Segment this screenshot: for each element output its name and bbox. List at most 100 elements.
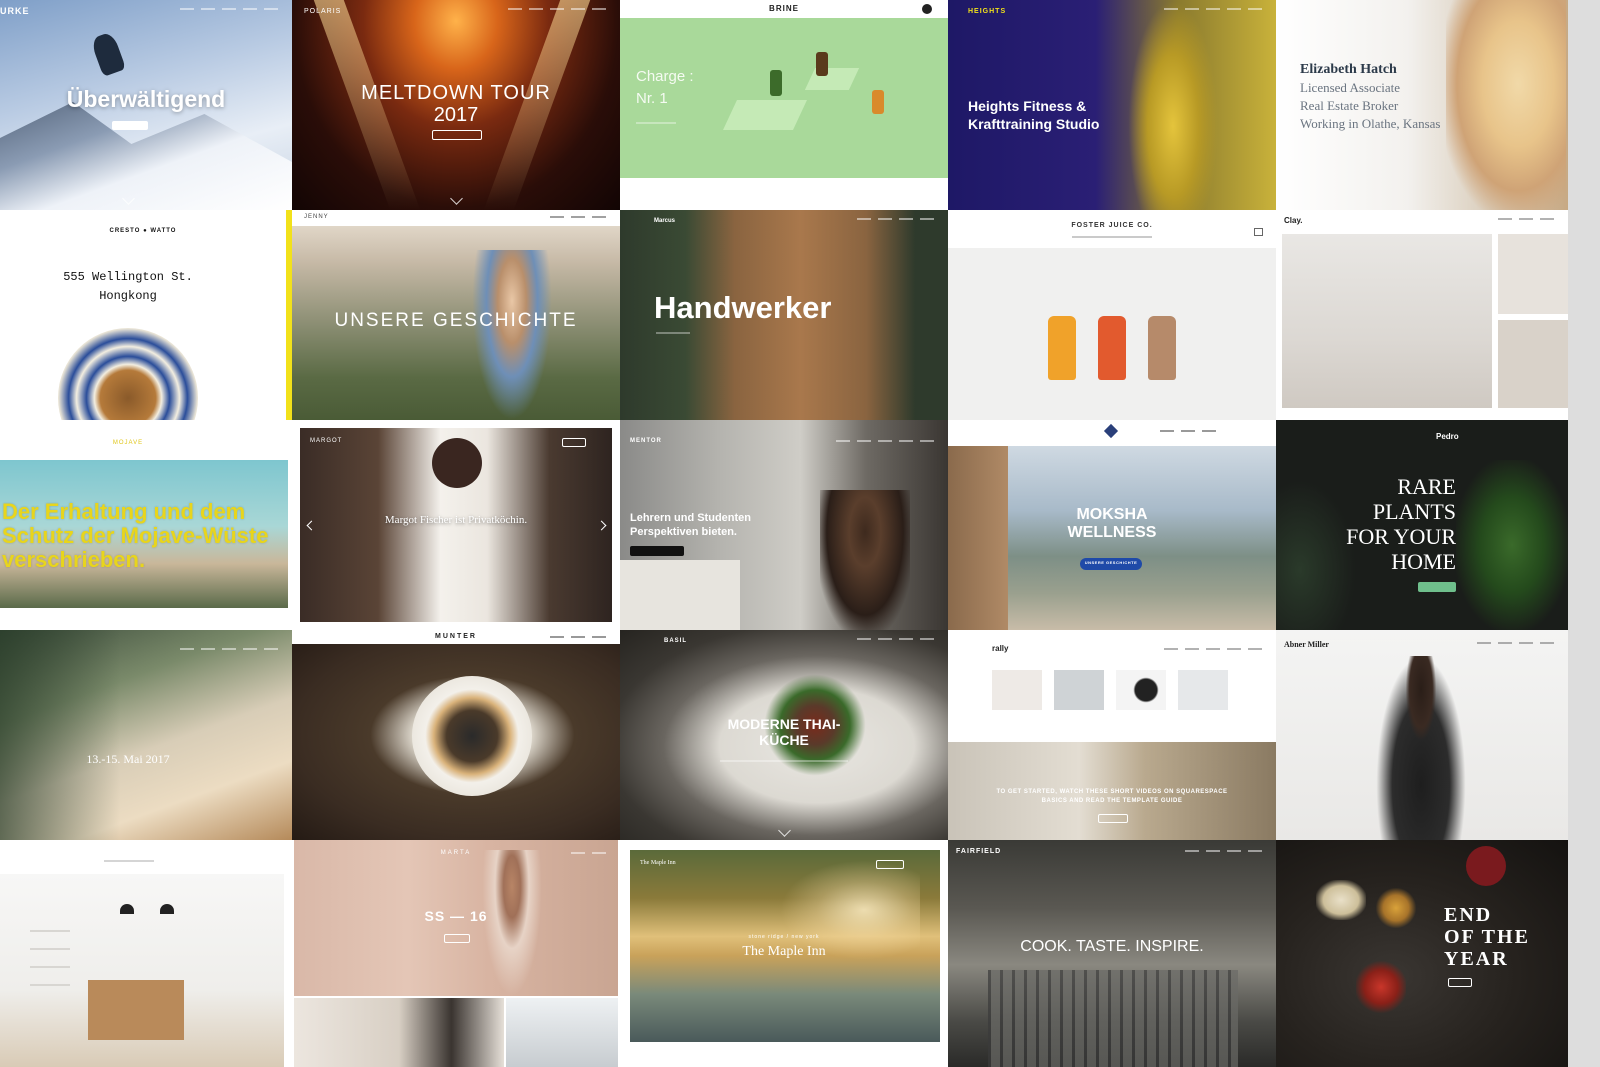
template-tile-interior[interactable] <box>0 840 292 1067</box>
tile-nav <box>571 852 606 854</box>
product-image-side-1 <box>1498 234 1568 314</box>
tile-nav <box>180 648 278 650</box>
blog-thumb[interactable] <box>1116 670 1166 710</box>
tile-headline-2: Perspektiven bieten. <box>630 526 737 538</box>
template-tile-maple[interactable]: The Maple Inn stone ridge / new york The… <box>620 840 948 1067</box>
template-tile-hatch[interactable]: Elizabeth Hatch Licensed Associate Real … <box>1276 0 1568 210</box>
tile-logo: URKE <box>0 6 30 16</box>
blog-thumb[interactable] <box>992 670 1042 710</box>
cart-icon[interactable] <box>1254 228 1263 236</box>
tile-logo: Clay. <box>1284 216 1303 225</box>
tile-headline: SS — 16 <box>424 908 488 924</box>
template-tile-basil[interactable]: BASIL MODERNE THAI- KÜCHE <box>620 630 948 840</box>
tile-headline: YEAR <box>1444 948 1509 970</box>
template-tile-foster[interactable]: FOSTER JUICE CO. <box>948 210 1276 420</box>
template-tile-mentor[interactable]: MENTOR Lehrern und Studenten Perspektive… <box>620 420 948 630</box>
tile-cta-button[interactable] <box>1448 978 1472 987</box>
template-tile-fairfield[interactable]: FAIRFIELD COOK. TASTE. INSPIRE. <box>948 840 1276 1067</box>
product-image-main <box>1282 234 1492 408</box>
tile-logo: rally <box>992 644 1009 653</box>
tile-cta-button[interactable] <box>444 934 470 943</box>
tile-cta-button[interactable] <box>432 130 482 140</box>
tile-headline: MOKSHA <box>1076 506 1148 523</box>
template-tile-moksha[interactable]: MOKSHA WELLNESS UNSERE GESCHICHTE <box>948 420 1276 630</box>
tile-caption: TO GET STARTED, WATCH THESE SHORT VIDEOS… <box>996 789 1228 804</box>
tile-logo: FAIRFIELD <box>956 848 1002 855</box>
blog-thumb[interactable] <box>1178 670 1228 710</box>
tile-line: Working in Olathe, Kansas <box>1300 116 1441 131</box>
tile-headline: HOME <box>1391 549 1456 574</box>
tile-name: Elizabeth Hatch <box>1300 62 1397 77</box>
tile-headline: Lehrern und Studenten <box>630 512 751 524</box>
tile-cta-label: UNSERE GESCHICHTE <box>1084 560 1138 565</box>
template-tile-miller[interactable]: Abner Miller <box>1276 630 1568 840</box>
tile-headline-2: KÜCHE <box>759 732 809 748</box>
tile-logo: BASIL <box>664 638 687 644</box>
tile-line: Licensed Associate <box>1300 80 1400 95</box>
tile-headline: Überwältigend <box>66 86 226 112</box>
cart-icon[interactable] <box>922 4 932 14</box>
food-bowl-image <box>58 328 198 420</box>
template-tile-rally[interactable]: rally TO GET STARTED, WATCH THESE SHORT … <box>948 630 1276 840</box>
tile-logo: HEIGHTS <box>968 8 1007 15</box>
tile-headline: END <box>1444 904 1493 926</box>
template-tile-polaris[interactable]: POLARIS MELTDOWN TOUR 2017 <box>292 0 620 210</box>
template-gallery-grid: URKE Überwältigend POLARIS MELTDOWN TOUR… <box>0 0 1600 1067</box>
tile-cta-button[interactable] <box>562 438 586 447</box>
tile-nav <box>508 8 606 10</box>
tile-line: Real Estate Broker <box>1300 98 1399 113</box>
tile-cta-button[interactable] <box>1418 582 1456 592</box>
tile-subtitle: stone ridge / new york <box>748 934 820 940</box>
tile-nav <box>857 638 934 640</box>
tile-nav <box>1477 642 1554 644</box>
tile-headline-2: WELLNESS <box>1067 524 1157 541</box>
tile-cta-button[interactable] <box>1098 814 1128 823</box>
juice-bottle-brown <box>1148 316 1176 380</box>
template-tile-munter[interactable]: MUNTER <box>292 630 620 840</box>
tile-logo: MOJAVE <box>112 440 144 446</box>
template-tile-burke[interactable]: URKE Überwältigend <box>0 0 292 210</box>
tile-headline: Heights Fitness & <box>968 98 1087 114</box>
tile-headline: COOK. TASTE. INSPIRE. <box>1020 938 1204 955</box>
template-tile-festival[interactable]: 13.-15. Mai 2017 <box>0 630 292 840</box>
template-tile-jenny[interactable]: JENNY UNSERE GESCHICHTE <box>292 210 620 420</box>
template-tile-pedro[interactable]: Pedro RARE PLANTS FOR YOUR HOME <box>1276 420 1568 630</box>
tile-logo: MARGOT <box>310 438 343 444</box>
tile-nav <box>1498 218 1554 220</box>
template-tile-mojave[interactable]: MOJAVE Der Erhaltung und dem Schutz der … <box>0 420 292 630</box>
tile-cta-button[interactable] <box>630 546 684 556</box>
tile-logo: Abner Miller <box>1284 640 1329 649</box>
tile-headline: UNSERE GESCHICHTE <box>334 310 578 331</box>
template-tile-eoty[interactable]: END OF THE YEAR <box>1276 840 1568 1067</box>
tile-headline: 555 Wellington St. <box>63 270 193 284</box>
tile-headline: FOR YOUR <box>1346 524 1456 549</box>
juice-bottle-red <box>1098 316 1126 380</box>
tile-logo: FOSTER JUICE CO. <box>1071 222 1153 229</box>
tile-headline: OF THE <box>1444 926 1530 948</box>
tile-headline: Margot Fischer ist Privatköchin. <box>384 514 528 526</box>
template-tile-cresto[interactable]: CRESTO ● WATTO 555 Wellington St. Hongko… <box>0 210 292 420</box>
tile-headline: Der Erhaltung und dem Schutz der Mojave-… <box>2 499 269 572</box>
template-tile-marta[interactable]: MARTA SS — 16 <box>292 840 620 1067</box>
template-tile-heights[interactable]: HEIGHTS Heights Fitness & Krafttraining … <box>948 0 1276 210</box>
tile-headline: MELTDOWN TOUR <box>361 82 551 104</box>
template-tile-clay[interactable]: Clay. <box>1276 210 1568 420</box>
tile-nav <box>1164 648 1262 650</box>
tile-headline-2: Nr. 1 <box>636 90 668 107</box>
chevron-down-icon <box>778 824 791 837</box>
tile-nav <box>550 636 606 638</box>
tile-headline-year: 2017 <box>433 104 479 126</box>
tile-cta-button[interactable] <box>112 121 148 130</box>
blog-thumb[interactable] <box>1054 670 1104 710</box>
tile-logo: POLARIS <box>304 8 342 15</box>
tile-headline: 13.-15. Mai 2017 <box>86 752 170 766</box>
template-tile-handwerker[interactable]: Marcus Handwerker <box>620 210 948 420</box>
template-tile-margot[interactable]: MARGOT Margot Fischer ist Privatköchin. <box>292 420 620 630</box>
tile-headline: Handwerker <box>654 290 832 325</box>
juice-bottle-orange <box>1048 316 1076 380</box>
tile-nav <box>1185 850 1262 852</box>
logo-badge-icon <box>1103 423 1119 439</box>
template-tile-brine[interactable]: BRINE Charge : Nr. 1 <box>620 0 948 210</box>
tile-headline-2: Krafttraining Studio <box>968 116 1100 132</box>
tile-cta-button[interactable] <box>876 860 904 869</box>
